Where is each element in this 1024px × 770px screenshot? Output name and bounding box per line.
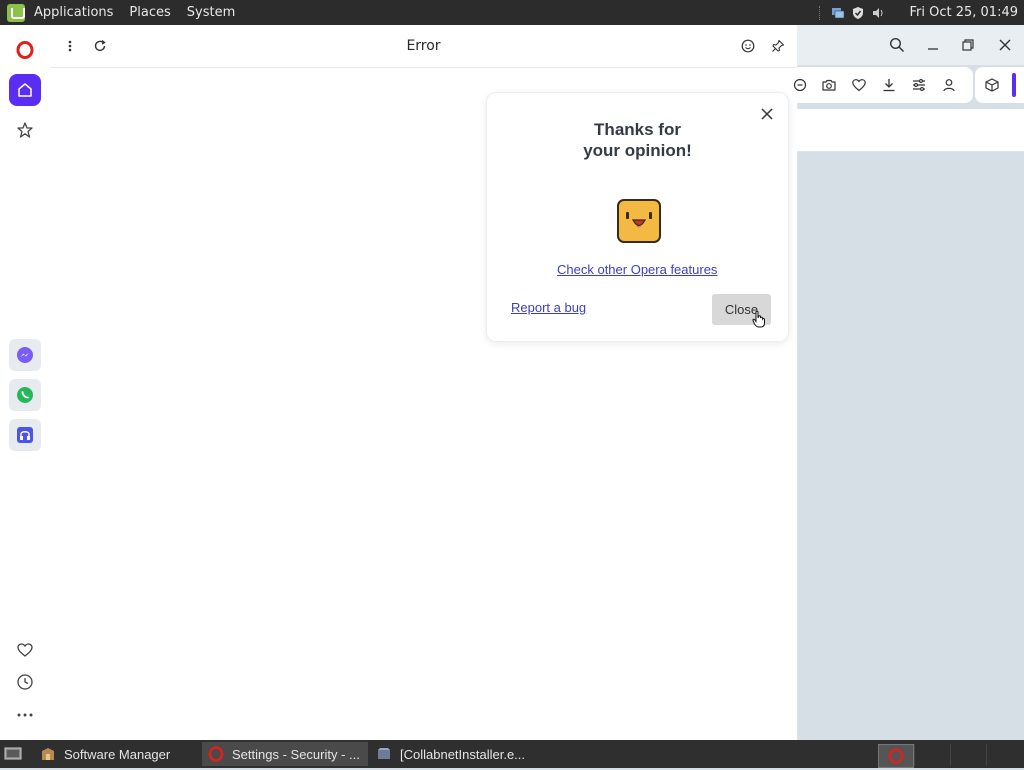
feedback-popup: Thanks for your opinion! Check other Ope… xyxy=(486,92,789,342)
tray-separator xyxy=(819,5,821,20)
workspace-4[interactable] xyxy=(986,744,1021,766)
taskbar-item-software-manager[interactable]: Software Manager xyxy=(34,742,198,766)
easy-setup-icon[interactable] xyxy=(910,76,928,94)
whatsapp-icon[interactable] xyxy=(9,379,41,411)
applications-menu[interactable]: Applications xyxy=(34,5,113,20)
happy-face-icon xyxy=(617,199,661,243)
report-bug-link[interactable]: Report a bug xyxy=(511,300,586,315)
minimize-icon[interactable] xyxy=(923,35,943,55)
window-controls xyxy=(797,25,1024,65)
bookmark-heart-icon[interactable] xyxy=(850,76,868,94)
hand-cursor-icon xyxy=(752,310,766,328)
opera-logo-icon[interactable] xyxy=(9,34,41,66)
taskbar-item-collabnet-installer[interactable]: [CollabnetInstaller.e... xyxy=(370,742,540,766)
page-title: Error xyxy=(406,38,441,54)
places-menu[interactable]: Places xyxy=(129,5,170,20)
volume-icon[interactable] xyxy=(871,6,885,20)
speed-dial-star-icon[interactable] xyxy=(9,114,41,146)
profile-icon[interactable] xyxy=(940,76,958,94)
system-tray: Fri Oct 25, 01:49 xyxy=(819,0,1024,25)
close-window-icon[interactable] xyxy=(995,35,1015,55)
popup-title: Thanks for your opinion! xyxy=(583,120,692,160)
network-icon[interactable] xyxy=(831,6,845,20)
pin-icon[interactable] xyxy=(768,36,788,56)
feedback-smiley-icon[interactable] xyxy=(738,36,758,56)
messenger-icon[interactable] xyxy=(9,339,41,371)
favorites-heart-icon[interactable] xyxy=(9,634,41,666)
workspace-3[interactable] xyxy=(950,744,985,766)
top-panel: Applications Places System Fri Oct 25, 0… xyxy=(0,0,1024,25)
more-options-icon[interactable] xyxy=(9,699,41,731)
mint-menu-icon[interactable] xyxy=(7,3,25,22)
page-header-strip xyxy=(797,109,1024,152)
workspace-2[interactable] xyxy=(914,744,949,766)
search-icon[interactable] xyxy=(887,35,907,55)
task-label: Software Manager xyxy=(64,746,171,762)
extensions-cube-icon[interactable] xyxy=(983,76,1001,94)
accent-indicator xyxy=(1012,73,1016,97)
snapshot-camera-icon[interactable] xyxy=(820,76,838,94)
history-clock-icon[interactable] xyxy=(9,666,41,698)
extensions-toolbar xyxy=(975,67,1024,103)
address-toolbar xyxy=(793,67,973,103)
show-desktop-icon[interactable] xyxy=(0,742,28,766)
taskbar: Software Manager Settings - Security - .… xyxy=(0,740,1024,768)
browser-window: Error Thanks for your opinion! Check oth… xyxy=(0,25,1024,740)
download-icon[interactable] xyxy=(880,76,898,94)
system-menu[interactable]: System xyxy=(187,5,235,20)
music-player-icon[interactable] xyxy=(9,419,41,451)
check-features-link[interactable]: Check other Opera features xyxy=(557,262,717,277)
home-icon[interactable] xyxy=(9,74,41,106)
opera-sidebar xyxy=(0,25,51,740)
shield-icon[interactable] xyxy=(851,6,865,20)
task-label: Settings - Security - ... xyxy=(232,746,360,762)
clock[interactable]: Fri Oct 25, 01:49 xyxy=(909,5,1018,20)
workspace-1[interactable] xyxy=(878,744,914,768)
side-panel-header: Error xyxy=(50,25,797,68)
taskbar-item-settings[interactable]: Settings - Security - ... xyxy=(202,742,368,766)
task-label: [CollabnetInstaller.e... xyxy=(400,746,526,762)
restore-icon[interactable] xyxy=(958,35,978,55)
tab-snooze-icon[interactable] xyxy=(791,76,809,94)
